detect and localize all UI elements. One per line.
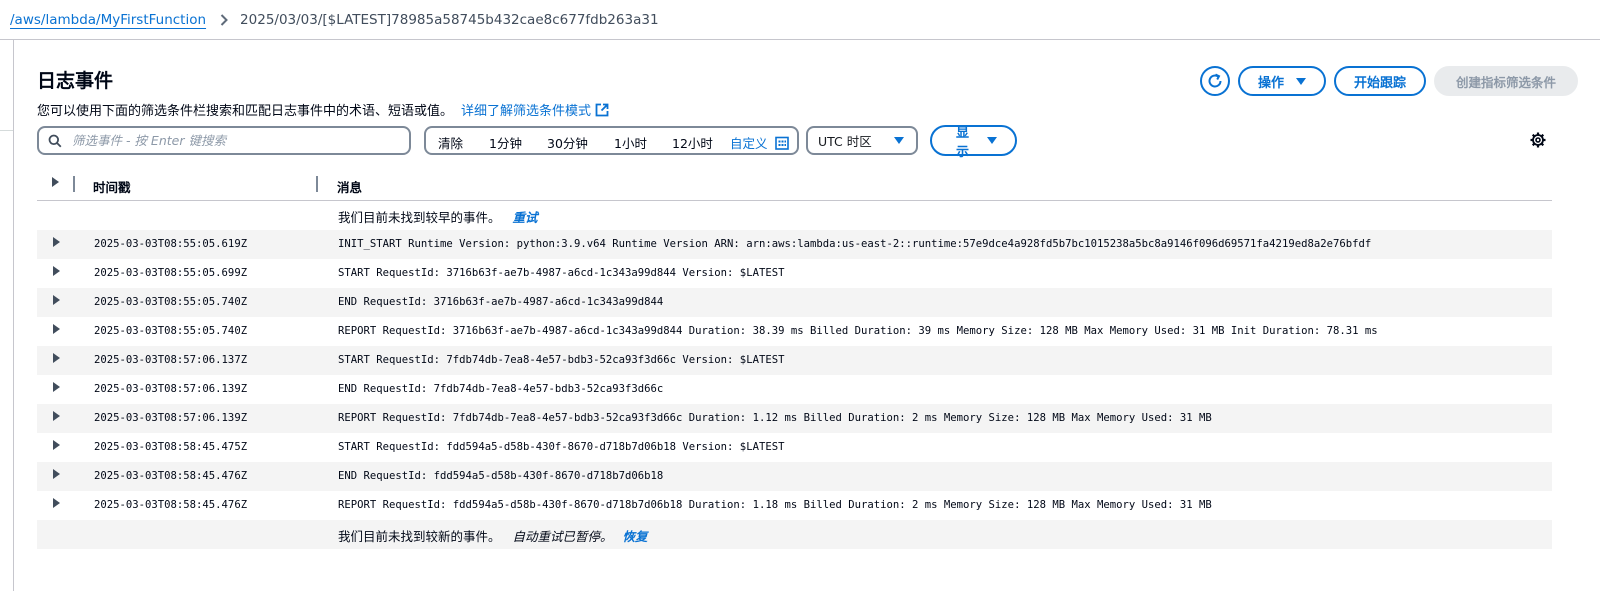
table-row[interactable]: 2025-03-03T08:55:05.619Z INIT_START Runti… — [37, 230, 1552, 259]
resume-link[interactable]: 恢复 — [623, 529, 648, 544]
caret-down-icon — [894, 137, 904, 144]
time-range-selector: 清除 1分钟 30分钟 1小时 12小时 自定义 — [424, 126, 799, 155]
description-text: 您可以使用下面的筛选条件栏搜索和匹配日志事件中的术语、短语或值。 — [37, 104, 454, 119]
row-timestamp: 2025-03-03T08:57:06.139Z — [94, 412, 248, 424]
row-timestamp: 2025-03-03T08:55:05.740Z — [94, 296, 248, 308]
no-newer-events-message: 我们目前未找到较新的事件。 — [338, 529, 501, 544]
column-header-timestamp[interactable]: 时间戳 — [93, 177, 131, 196]
row-message: END RequestId: 3716b63f-ae7b-4987-a6cd-1… — [338, 296, 664, 308]
row-message: REPORT RequestId: 3716b63f-ae7b-4987-a6c… — [338, 325, 1378, 337]
header-actions: 操作 开始跟踪 创建指标筛选条件 — [1199, 66, 1578, 96]
time-range-30min[interactable]: 30分钟 — [547, 133, 588, 152]
time-range-clear[interactable]: 清除 — [438, 133, 463, 152]
table-row[interactable]: 2025-03-03T08:55:05.740Z REPORT RequestId… — [37, 317, 1552, 346]
calendar-icon — [774, 136, 789, 150]
create-metric-filter-button: 创建指标筛选条件 — [1433, 66, 1578, 96]
filter-events-input[interactable] — [70, 132, 409, 149]
expand-caret-icon[interactable] — [53, 382, 60, 392]
expand-caret-icon[interactable] — [53, 324, 60, 334]
row-timestamp: 2025-03-03T08:57:06.137Z — [94, 354, 248, 366]
timezone-select[interactable]: UTC 时区 — [806, 126, 918, 155]
header-divider — [0, 39, 1600, 40]
breadcrumb-log-stream: 2025/03/03/[$LATEST]78985a58745b432cae8c… — [240, 12, 659, 28]
breadcrumb: /aws/lambda/MyFirstFunction 2025/03/03/[… — [10, 10, 659, 30]
external-link-icon — [595, 103, 609, 116]
row-timestamp: 2025-03-03T08:58:45.475Z — [94, 441, 248, 453]
filter-search-box — [37, 126, 411, 155]
column-resizer[interactable] — [316, 176, 318, 192]
page-description: 您可以使用下面的筛选条件栏搜索和匹配日志事件中的术语、短语或值。 详细了解筛选条… — [37, 100, 609, 119]
table-row[interactable]: 2025-03-03T08:55:05.740Z END RequestId: 3… — [37, 288, 1552, 317]
column-header-message[interactable]: 消息 — [337, 177, 362, 196]
row-timestamp: 2025-03-03T08:55:05.619Z — [94, 238, 248, 250]
page-title: 日志事件 — [37, 70, 114, 92]
table-row[interactable]: 2025-03-03T08:58:45.475Z START RequestId:… — [37, 433, 1552, 462]
expand-caret-icon[interactable] — [53, 498, 60, 508]
actions-label: 操作 — [1257, 75, 1284, 91]
row-timestamp: 2025-03-03T08:55:05.699Z — [94, 267, 248, 279]
time-range-1hour[interactable]: 1小时 — [614, 133, 647, 152]
actions-dropdown-button[interactable]: 操作 — [1237, 66, 1326, 96]
search-icon — [48, 134, 62, 147]
chevron-right-icon — [220, 14, 228, 26]
row-message: END RequestId: 7fdb74db-7ea8-4e57-bdb3-5… — [338, 383, 664, 395]
newer-events-text: 我们目前未找到较新的事件。 自动重试已暂停。 恢复 — [338, 526, 648, 545]
table-row[interactable]: 2025-03-03T08:57:06.139Z END RequestId: 7… — [37, 375, 1552, 404]
settings-icon[interactable] — [1530, 132, 1546, 148]
expand-caret-icon[interactable] — [53, 440, 60, 450]
timezone-value: UTC 时区 — [818, 134, 872, 149]
table-row[interactable]: 2025-03-03T08:58:45.476Z END RequestId: f… — [37, 462, 1552, 491]
left-panel-divider — [0, 130, 13, 131]
row-message: START RequestId: 3716b63f-ae7b-4987-a6cd… — [338, 267, 785, 279]
row-message: REPORT RequestId: 7fdb74db-7ea8-4e57-bdb… — [338, 412, 1212, 424]
left-panel-border — [13, 40, 14, 591]
table-row[interactable]: 2025-03-03T08:55:05.699Z START RequestId:… — [37, 259, 1552, 288]
learn-more-label: 详细了解筛选条件模式 — [461, 104, 592, 119]
display-label: 显示 — [955, 125, 969, 160]
table-row[interactable]: 2025-03-03T08:57:06.139Z REPORT RequestId… — [37, 404, 1552, 433]
earlier-events-text: 我们目前未找到较早的事件。 重试 — [338, 207, 538, 226]
refresh-icon — [1208, 73, 1222, 88]
earlier-events-note: 我们目前未找到较早的事件。 重试 — [37, 201, 1552, 230]
learn-more-link[interactable]: 详细了解筛选条件模式 — [461, 100, 609, 119]
time-range-custom[interactable]: 自定义 — [730, 133, 789, 152]
row-message: INIT_START Runtime Version: python:3.9.v… — [338, 238, 1372, 250]
expand-caret-icon[interactable] — [53, 469, 60, 479]
time-range-12hours[interactable]: 12小时 — [672, 133, 713, 152]
expand-caret-icon[interactable] — [53, 266, 60, 276]
display-dropdown-button[interactable]: 显示 — [930, 125, 1017, 160]
row-timestamp: 2025-03-03T08:57:06.139Z — [94, 383, 248, 395]
time-range-1min[interactable]: 1分钟 — [489, 133, 522, 152]
caret-down-icon — [987, 137, 997, 144]
table-header: 时间戳 消息 — [37, 169, 1552, 201]
column-resizer[interactable] — [73, 176, 75, 192]
breadcrumb-log-group-link[interactable]: /aws/lambda/MyFirstFunction — [10, 12, 206, 28]
table-row[interactable]: 2025-03-03T08:57:06.137Z START RequestId:… — [37, 346, 1552, 375]
expand-caret-icon[interactable] — [53, 295, 60, 305]
table-row[interactable]: 2025-03-03T08:58:45.476Z REPORT RequestId… — [37, 491, 1552, 520]
row-message: START RequestId: fdd594a5-d58b-430f-8670… — [338, 441, 785, 453]
expand-caret-icon[interactable] — [53, 411, 60, 421]
log-rows: 2025-03-03T08:55:05.619Z INIT_START Runti… — [37, 230, 1552, 520]
expand-all-caret-icon[interactable] — [52, 177, 59, 187]
row-timestamp: 2025-03-03T08:58:45.476Z — [94, 499, 248, 511]
start-tail-button[interactable]: 开始跟踪 — [1333, 66, 1426, 96]
log-events-table: 时间戳 消息 我们目前未找到较早的事件。 重试 2025-03-03T08:55:… — [37, 169, 1552, 549]
caret-down-icon — [1295, 77, 1306, 85]
row-message: END RequestId: fdd594a5-d58b-430f-8670-d… — [338, 470, 664, 482]
expand-caret-icon[interactable] — [53, 237, 60, 247]
row-timestamp: 2025-03-03T08:58:45.476Z — [94, 470, 248, 482]
row-timestamp: 2025-03-03T08:55:05.740Z — [94, 325, 248, 337]
create-metric-filter-label: 创建指标筛选条件 — [1455, 74, 1556, 90]
retry-link[interactable]: 重试 — [513, 210, 538, 225]
row-message: REPORT RequestId: fdd594a5-d58b-430f-867… — [338, 499, 1212, 511]
custom-label: 自定义 — [730, 136, 768, 151]
refresh-button[interactable] — [1199, 66, 1230, 96]
start-tail-label: 开始跟踪 — [1353, 75, 1406, 91]
auto-retry-paused-text: 自动重试已暂停。 — [512, 529, 613, 544]
newer-events-note: 我们目前未找到较新的事件。 自动重试已暂停。 恢复 — [37, 520, 1552, 549]
row-message: START RequestId: 7fdb74db-7ea8-4e57-bdb3… — [338, 354, 785, 366]
no-earlier-events-message: 我们目前未找到较早的事件。 — [338, 210, 501, 225]
expand-caret-icon[interactable] — [53, 353, 60, 363]
